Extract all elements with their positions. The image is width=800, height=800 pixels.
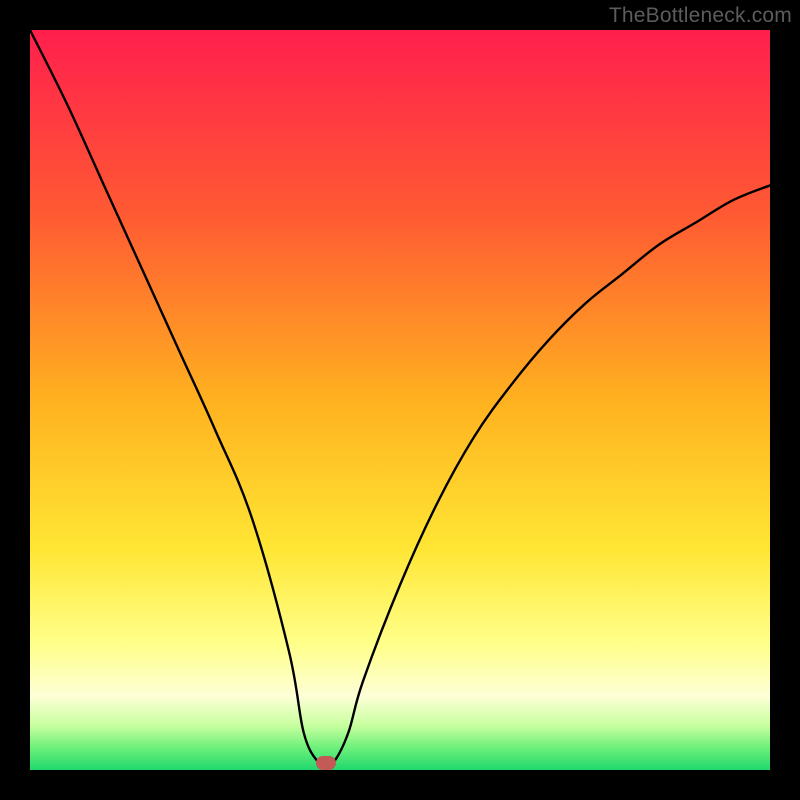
watermark: TheBottleneck.com bbox=[609, 4, 792, 28]
bottleneck-curve bbox=[30, 30, 770, 770]
optimum-marker bbox=[316, 756, 336, 770]
frame: TheBottleneck.com bbox=[0, 0, 800, 800]
plot-area bbox=[30, 30, 770, 770]
